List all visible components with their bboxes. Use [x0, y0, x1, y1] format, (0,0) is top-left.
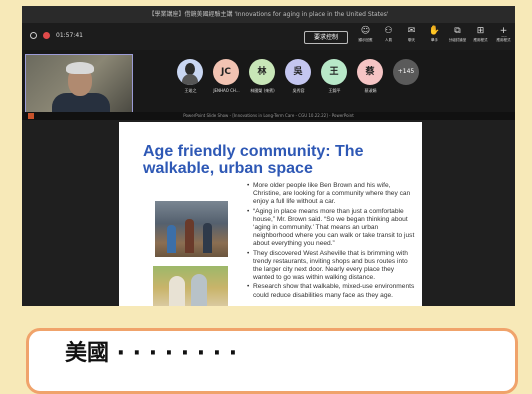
person-body — [52, 93, 110, 112]
request-control-button[interactable]: 要求控制 — [304, 31, 348, 44]
participant-tile[interactable]: 蔡蔡淑娟 — [357, 59, 384, 94]
apps-icon: ⊞ — [476, 26, 485, 36]
photo-figure — [169, 276, 185, 306]
shared-slide: Age friendly community: The walkable, ur… — [119, 122, 422, 306]
slide-bullet: “Aging in place means more than just a c… — [247, 208, 417, 249]
participant-name: 王竣之 — [184, 88, 197, 93]
avatar: 林 — [249, 59, 275, 85]
reaction-icon: ☺ — [360, 26, 371, 36]
powerpoint-title: PowerPoint Slide Show - [Innovations in … — [183, 113, 354, 118]
caption-text: 美國 · · · · · · · · — [65, 341, 238, 366]
couple-photo — [153, 266, 228, 306]
street-photo — [155, 201, 228, 257]
toolbar-left: 01:57:41 — [30, 32, 83, 39]
avatar: 蔡 — [357, 59, 383, 85]
participant-name: 王錦平 — [328, 88, 341, 93]
photo-figure — [167, 225, 176, 253]
self-video-tile[interactable] — [25, 54, 133, 113]
slide-title: Age friendly community: The walkable, ur… — [143, 143, 364, 177]
avatar-photo-body — [182, 74, 198, 85]
action-chat[interactable]: ✉ 聊天 — [401, 26, 422, 43]
hand-icon: ✋ — [428, 26, 441, 36]
teams-meeting-window: 【學業講座】借鏡美國經驗主講 'Innovations for aging in… — [22, 6, 515, 306]
avatar — [177, 59, 203, 85]
participant-name: 林國榮 (來賓) — [250, 88, 275, 93]
powerpoint-title-bar: PowerPoint Slide Show - [Innovations in … — [22, 112, 515, 120]
action-reactions[interactable]: ☺ 顯示回應 — [355, 26, 376, 43]
chat-icon: ✉ — [407, 26, 416, 36]
action-apps[interactable]: ⊞ 應用程式 — [470, 26, 491, 43]
record-icon — [43, 32, 50, 39]
slide-bullet: Research show that walkable, mixed-use e… — [247, 283, 417, 299]
action-people[interactable]: ⚇ 人員 — [378, 26, 399, 43]
slide-bullet: They discovered West Asheville that is b… — [247, 250, 417, 283]
powerpoint-icon — [28, 113, 34, 119]
breakout-icon: ⧉ — [454, 26, 461, 36]
meeting-timer: 01:57:41 — [56, 32, 83, 39]
avatar: 吳 — [285, 59, 311, 85]
photo-figure — [191, 274, 207, 306]
photo-figure — [203, 223, 212, 253]
toolbar-actions: ☺ 顯示回應 ⚇ 人員 ✉ 聊天 ✋ 舉手 ⧉ 分組討論室 ⊞ 應用程式 + 應用程式 — [355, 26, 514, 43]
participant-strip: 王竣之 JC JENHAO CH... 林林國榮 (來賓) 吳吳秀容 王王錦平 蔡… — [22, 50, 515, 113]
more-participants-count: +145 — [393, 59, 419, 85]
participant-tile[interactable]: JC JENHAO CH... — [213, 59, 240, 94]
meeting-toolbar: 01:57:41 要求控制 ☺ 顯示回應 ⚇ 人員 ✉ 聊天 ✋ 舉手 ⧉ 分組討論室 ⊞… — [22, 23, 515, 50]
participant-tile[interactable]: 吳吳秀容 — [285, 59, 312, 94]
participant-tile[interactable]: 王竣之 — [177, 59, 204, 94]
photo-figure — [185, 219, 194, 253]
participant-name: 吳秀容 — [292, 88, 305, 93]
avatar: JC — [213, 59, 239, 85]
action-breakout-rooms[interactable]: ⧉ 分組討論室 — [447, 26, 468, 43]
action-raise-hand[interactable]: ✋ 舉手 — [424, 26, 445, 43]
participant-name: 蔡淑娟 — [364, 88, 377, 93]
person-hair — [66, 62, 94, 74]
more-options-button[interactable]: ··· — [496, 32, 512, 43]
slide-bullet: More older people like Ben Brown and his… — [247, 182, 417, 207]
window-title: 【學業講座】借鏡美國經驗主講 'Innovations for aging in… — [22, 6, 515, 23]
more-participants-button[interactable]: +145 — [393, 59, 420, 94]
participant-tile[interactable]: 王王錦平 — [321, 59, 348, 94]
participant-list: 王竣之 JC JENHAO CH... 林林國榮 (來賓) 吳吳秀容 王王錦平 蔡… — [177, 59, 420, 94]
status-icon — [30, 32, 37, 39]
participant-name: JENHAO CH... — [213, 88, 240, 93]
participant-tile[interactable]: 林林國榮 (來賓) — [249, 59, 276, 94]
avatar: 王 — [321, 59, 347, 85]
people-icon: ⚇ — [384, 26, 393, 36]
caption-card: 美國 · · · · · · · · — [26, 328, 518, 394]
slide-bullets: More older people like Ben Brown and his… — [247, 182, 417, 301]
